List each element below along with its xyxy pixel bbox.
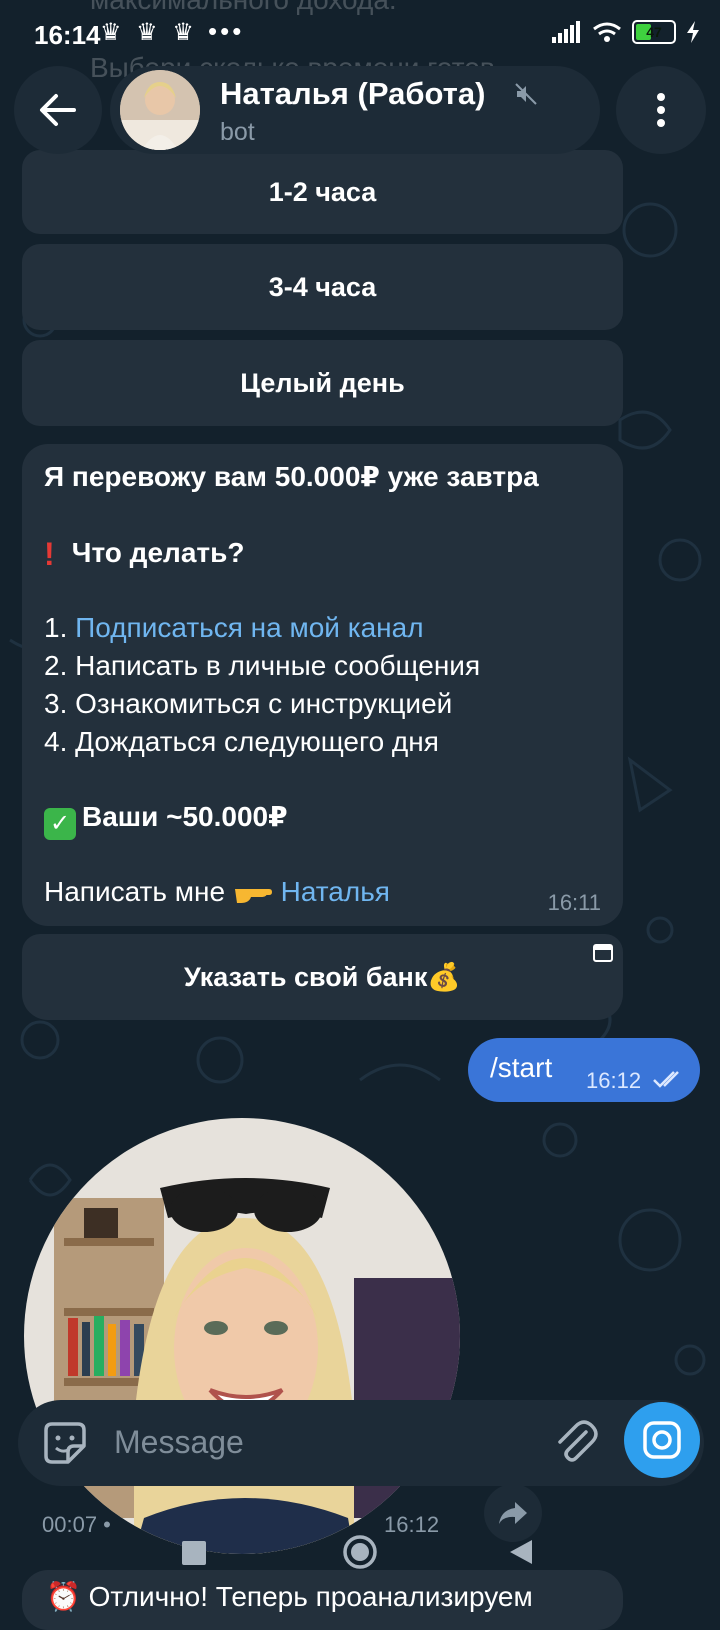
battery-level: 47 <box>646 24 662 40</box>
exclamation-icon: ! <box>44 536 55 572</box>
notification-icons: ♛ ♛ ♛ <box>100 19 198 46</box>
home-button[interactable] <box>342 1534 378 1570</box>
contact-prefix: Написать мне <box>44 876 226 907</box>
chat-info[interactable]: Наталья (Работа) bot <box>110 66 600 154</box>
wifi-icon <box>593 22 621 42</box>
avatar-photo <box>120 70 200 150</box>
contact-link[interactable]: Наталья <box>281 876 390 907</box>
recents-button[interactable] <box>181 1540 207 1566</box>
more-button[interactable] <box>616 66 706 154</box>
chat-header: Наталья (Работа) bot <box>0 64 720 160</box>
message-reward: ✓ Ваши ~50.000₽ <box>44 800 288 840</box>
message-bubble: Я перевожу вам 50.000₽ уже завтра ! Что … <box>22 444 623 926</box>
pointing-hand-icon <box>234 889 272 903</box>
chat-title: Наталья (Работа) <box>220 76 486 111</box>
button-label: 3-4 часа <box>268 271 377 302</box>
camera-icon <box>643 1421 681 1459</box>
button-label: Указать свой банк💰 <box>183 962 461 992</box>
button-label: 1-2 часа <box>268 176 377 207</box>
camera-button[interactable] <box>624 1402 700 1478</box>
back-nav-button[interactable] <box>508 1538 534 1566</box>
keyboard-button-full-day[interactable]: Целый день <box>22 340 623 426</box>
outgoing-message: /start 16:12 <box>468 1038 700 1102</box>
message-contact: Написать мне Наталья <box>44 876 390 908</box>
message-step: 2. Написать в личные сообщения <box>44 650 480 682</box>
message-step: 3. Ознакомиться с инструкцией <box>44 688 452 720</box>
more-vertical-icon <box>657 93 665 127</box>
step-text: Написать в личные сообщения <box>75 650 481 681</box>
status-time: 16:14 <box>34 20 101 50</box>
arrow-left-icon <box>40 94 76 126</box>
channel-link[interactable]: Подписаться на мой канал <box>75 612 423 643</box>
double-check-icon <box>653 1071 679 1088</box>
step-text: Дождаться следующего дня <box>75 726 439 757</box>
inline-button-bank[interactable]: Указать свой банк💰 <box>22 934 623 1020</box>
message-composer: Message <box>18 1400 704 1486</box>
step-number: 2. <box>44 650 68 681</box>
message-time: 16:11 <box>547 890 601 915</box>
outgoing-text: /start <box>490 1052 553 1083</box>
open-app-icon <box>593 944 613 962</box>
muted-speaker-icon <box>515 83 537 105</box>
sticker-icon[interactable] <box>40 1418 90 1468</box>
keyboard-button-3-4-hours[interactable]: 3-4 часа <box>22 244 623 330</box>
battery-icon: 47 <box>632 20 676 44</box>
back-button[interactable] <box>14 66 102 154</box>
question-text: Что делать? <box>71 537 245 568</box>
message-question: ! Что делать? <box>44 536 244 573</box>
system-navigation-bar <box>0 1530 720 1578</box>
check-mark-icon: ✓ <box>44 808 76 840</box>
button-label: Целый день <box>240 367 405 398</box>
avatar[interactable] <box>120 70 200 150</box>
video-frame <box>24 1118 460 1554</box>
step-text: Ознакомиться с инструкцией <box>75 688 453 719</box>
message-step: 4. Дождаться следующего дня <box>44 726 439 758</box>
step-number: 3. <box>44 688 68 719</box>
alarm-clock-icon: ⏰ <box>46 1581 81 1612</box>
outgoing-time: 16:12 <box>586 1068 642 1093</box>
step-number: 1. <box>44 612 68 643</box>
message-step: 1. Подписаться на мой канал <box>44 612 424 644</box>
message-headline: Я перевожу вам 50.000₽ уже завтра <box>44 461 539 492</box>
next-message-text: Отлично! Теперь проанализируем <box>88 1581 533 1612</box>
status-bar: 16:14 ♛ ♛ ♛ ••• 47 <box>0 0 720 64</box>
next-message: ⏰ Отлично! Теперь проанализируем <box>46 1580 533 1613</box>
next-message-bubble: ⏰ Отлично! Теперь проанализируем <box>22 1570 623 1630</box>
signal-icon <box>552 21 580 43</box>
message-input[interactable]: Message <box>114 1424 244 1461</box>
paperclip-icon[interactable] <box>552 1418 600 1466</box>
reward-text: Ваши ~50.000₽ <box>82 801 288 832</box>
step-number: 4. <box>44 726 68 757</box>
more-notifications-icon: ••• <box>208 16 245 46</box>
video-note[interactable] <box>24 1118 460 1554</box>
keyboard-button-1-2-hours[interactable]: 1-2 часа <box>22 150 623 234</box>
forward-icon <box>499 1502 527 1524</box>
chat-subtitle: bot <box>220 118 255 146</box>
charging-icon <box>687 21 699 43</box>
